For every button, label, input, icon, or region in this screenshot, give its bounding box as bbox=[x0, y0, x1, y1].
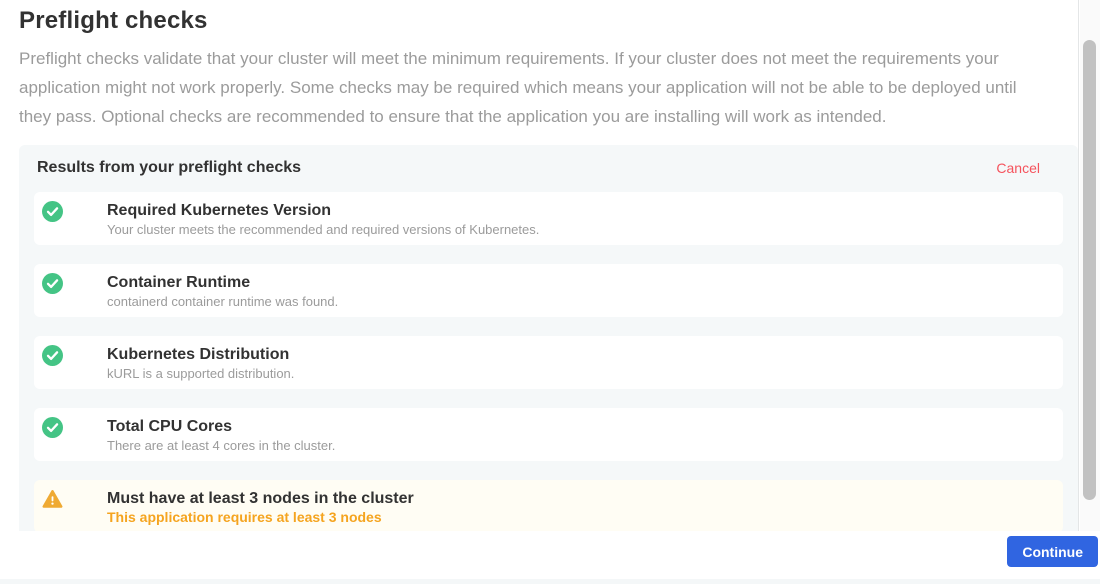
page-content: Preflight checks Preflight checks valida… bbox=[0, 0, 1078, 531]
warning-triangle-icon bbox=[42, 489, 63, 510]
check-title: Required Kubernetes Version bbox=[107, 201, 1047, 220]
check-circle-icon bbox=[42, 201, 63, 222]
footer-bar: Continue bbox=[0, 531, 1100, 579]
check-title: Total CPU Cores bbox=[107, 417, 1047, 436]
cancel-link[interactable]: Cancel bbox=[996, 158, 1040, 178]
check-item: Must have at least 3 nodes in the cluste… bbox=[34, 480, 1063, 531]
check-message: kURL is a supported distribution. bbox=[107, 366, 1047, 381]
check-item: Required Kubernetes Version Your cluster… bbox=[34, 192, 1063, 245]
check-item: Container Runtime containerd container r… bbox=[34, 264, 1063, 317]
vertical-scrollbar[interactable] bbox=[1080, 0, 1100, 531]
bottom-strip bbox=[0, 579, 1100, 584]
description-line: they pass. Optional checks are recommend… bbox=[19, 102, 1078, 131]
check-circle-icon bbox=[42, 273, 63, 294]
check-message: There are at least 4 cores in the cluste… bbox=[107, 438, 1047, 453]
check-title: Must have at least 3 nodes in the cluste… bbox=[107, 489, 1047, 508]
check-title: Kubernetes Distribution bbox=[107, 345, 1047, 364]
check-message: containerd container runtime was found. bbox=[107, 294, 1047, 309]
check-item: Total CPU Cores There are at least 4 cor… bbox=[34, 408, 1063, 461]
results-card-title: Results from your preflight checks bbox=[37, 158, 301, 178]
check-circle-icon bbox=[42, 345, 63, 366]
check-item: Kubernetes Distribution kURL is a suppor… bbox=[34, 336, 1063, 389]
results-card-header: Results from your preflight checks Cance… bbox=[34, 158, 1063, 178]
continue-button[interactable]: Continue bbox=[1007, 536, 1098, 567]
scrollbar-thumb[interactable] bbox=[1083, 40, 1096, 500]
preflight-checks-page: Preflight checks Preflight checks valida… bbox=[0, 0, 1100, 584]
results-card: Results from your preflight checks Cance… bbox=[19, 145, 1078, 531]
check-circle-icon bbox=[42, 417, 63, 438]
check-list: Required Kubernetes Version Your cluster… bbox=[34, 192, 1063, 531]
description-line: Preflight checks validate that your clus… bbox=[19, 44, 1078, 73]
scroll-viewport: Preflight checks Preflight checks valida… bbox=[0, 0, 1079, 531]
description-line: application might not work properly. Som… bbox=[19, 73, 1078, 102]
check-title: Container Runtime bbox=[107, 273, 1047, 292]
page-title: Preflight checks bbox=[19, 6, 1078, 36]
page-description: Preflight checks validate that your clus… bbox=[19, 44, 1078, 131]
check-message: Your cluster meets the recommended and r… bbox=[107, 222, 1047, 237]
check-message: This application requires at least 3 nod… bbox=[107, 510, 1047, 525]
